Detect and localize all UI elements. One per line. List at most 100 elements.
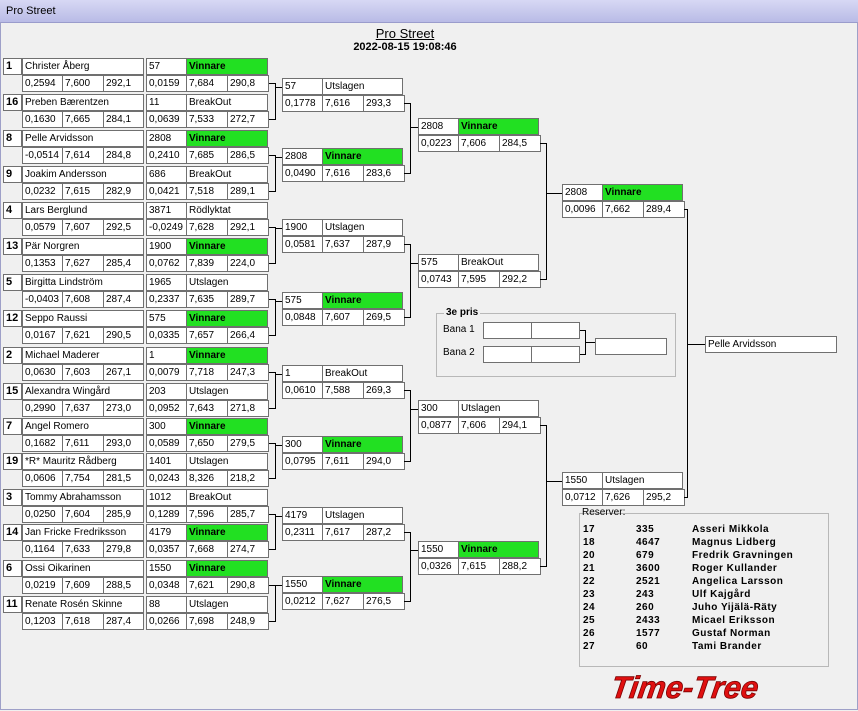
r3-status[interactable]: Utslagen [322,507,403,524]
r3-status[interactable]: Vinnare [322,148,403,165]
r3-number[interactable]: 1900 [282,219,323,236]
speed: 273,0 [103,400,144,417]
r2-status[interactable]: BreakOut [186,94,268,111]
racer-name[interactable]: Renate Rosén Skinne [22,596,144,613]
r3-elapsed-time: 7,607 [322,309,364,326]
r2-speed: 290,8 [227,75,269,92]
racer-name[interactable]: Angel Romero [22,418,144,435]
r4-status[interactable]: BreakOut [458,254,539,271]
r2-status[interactable]: Vinnare [186,130,268,147]
r2-number[interactable]: 575 [146,310,187,327]
r4-speed: 292,2 [499,271,541,288]
racer-name[interactable]: Alexandra Wingård [22,383,144,400]
r3-number[interactable]: 575 [282,292,323,309]
r3-status[interactable]: Utslagen [322,219,403,236]
r2-status[interactable]: Rödlyktat [186,202,268,219]
r2-status[interactable]: BreakOut [186,489,268,506]
overall-winner[interactable]: Pelle Arvidsson [705,336,837,353]
seed-number: 15 [3,383,22,400]
r4-number[interactable]: 2808 [418,118,459,135]
r2-elapsed-time: 7,698 [186,613,228,630]
r4-status[interactable]: Vinnare [458,118,539,135]
r2-number[interactable]: 1550 [146,560,187,577]
r2-elapsed-time: 7,650 [186,435,228,452]
r3-number[interactable]: 2808 [282,148,323,165]
racer-name[interactable]: Tommy Abrahamsson [22,489,144,506]
r2-status[interactable]: Vinnare [186,524,268,541]
r3-reaction-time: 0,0795 [282,453,323,470]
r3-number[interactable]: 1 [282,365,323,382]
racer-name[interactable]: Christer Åberg [22,58,144,75]
racer-name[interactable]: Michael Maderer [22,347,144,364]
r2-status[interactable]: Vinnare [186,560,268,577]
r4-status[interactable]: Utslagen [458,400,539,417]
r5-status[interactable]: Vinnare [602,184,683,201]
lane1-number[interactable] [483,322,532,339]
r2-number[interactable]: 2808 [146,130,187,147]
r2-number[interactable]: 1965 [146,274,187,291]
r2-status[interactable]: Utslagen [186,383,268,400]
r2-speed: 248,9 [227,613,269,630]
reserve-seed: 26 [583,628,596,639]
r3-number[interactable]: 57 [282,78,323,95]
r4-status[interactable]: Vinnare [458,541,539,558]
r3-speed: 287,9 [363,236,405,253]
r3-status[interactable]: BreakOut [322,365,403,382]
racer-name[interactable]: *R* Mauritz Rådberg [22,453,144,470]
r5-number[interactable]: 2808 [562,184,603,201]
r2-number[interactable]: 1401 [146,453,187,470]
r3-status[interactable]: Vinnare [322,292,403,309]
r2-number[interactable]: 300 [146,418,187,435]
racer-name[interactable]: Birgitta Lindström [22,274,144,291]
reaction-time: 0,1164 [22,541,63,558]
racer-name[interactable]: Lars Berglund [22,202,144,219]
r2-number[interactable]: 1900 [146,238,187,255]
r2-number[interactable]: 11 [146,94,187,111]
r3-number[interactable]: 4179 [282,507,323,524]
reserve-number: 60 [636,641,649,652]
r3-number[interactable]: 1550 [282,576,323,593]
r2-status[interactable]: Vinnare [186,238,268,255]
lane2-number[interactable] [483,346,532,363]
r2-status[interactable]: BreakOut [186,166,268,183]
racer-name[interactable]: Pär Norgren [22,238,144,255]
racer-name[interactable]: Pelle Arvidsson [22,130,144,147]
racer-name[interactable]: Seppo Raussi [22,310,144,327]
r2-status[interactable]: Utslagen [186,596,268,613]
r5-status[interactable]: Utslagen [602,472,683,489]
racer-name[interactable]: Ossi Oikarinen [22,560,144,577]
r3-status[interactable]: Utslagen [322,78,403,95]
r4-number[interactable]: 1550 [418,541,459,558]
reaction-time: 0,1203 [22,613,63,630]
r2-reaction-time: 0,0266 [146,613,187,630]
r2-status[interactable]: Utslagen [186,453,268,470]
lane2-status[interactable] [531,346,580,363]
r2-number[interactable]: 57 [146,58,187,75]
r4-number[interactable]: 300 [418,400,459,417]
third-place-winner[interactable] [595,338,667,355]
racer-name[interactable]: Preben Bærentzen [22,94,144,111]
lane1-status[interactable] [531,322,580,339]
r2-status[interactable]: Vinnare [186,58,268,75]
r2-status[interactable]: Vinnare [186,347,268,364]
r2-number[interactable]: 1 [146,347,187,364]
r3-status[interactable]: Vinnare [322,576,403,593]
r2-number[interactable]: 4179 [146,524,187,541]
r3-status[interactable]: Vinnare [322,436,403,453]
r2-reaction-time: 0,0357 [146,541,187,558]
r2-number[interactable]: 3871 [146,202,187,219]
r2-elapsed-time: 7,533 [186,111,228,128]
r2-number[interactable]: 203 [146,383,187,400]
r5-number[interactable]: 1550 [562,472,603,489]
r2-reaction-time: 0,2410 [146,147,187,164]
r2-number[interactable]: 88 [146,596,187,613]
r2-status[interactable]: Vinnare [186,310,268,327]
r3-number[interactable]: 300 [282,436,323,453]
r2-number[interactable]: 686 [146,166,187,183]
r2-status[interactable]: Vinnare [186,418,268,435]
r2-status[interactable]: Utslagen [186,274,268,291]
r2-number[interactable]: 1012 [146,489,187,506]
racer-name[interactable]: Jan Fricke Fredriksson [22,524,144,541]
racer-name[interactable]: Joakim Andersson [22,166,144,183]
r4-number[interactable]: 575 [418,254,459,271]
